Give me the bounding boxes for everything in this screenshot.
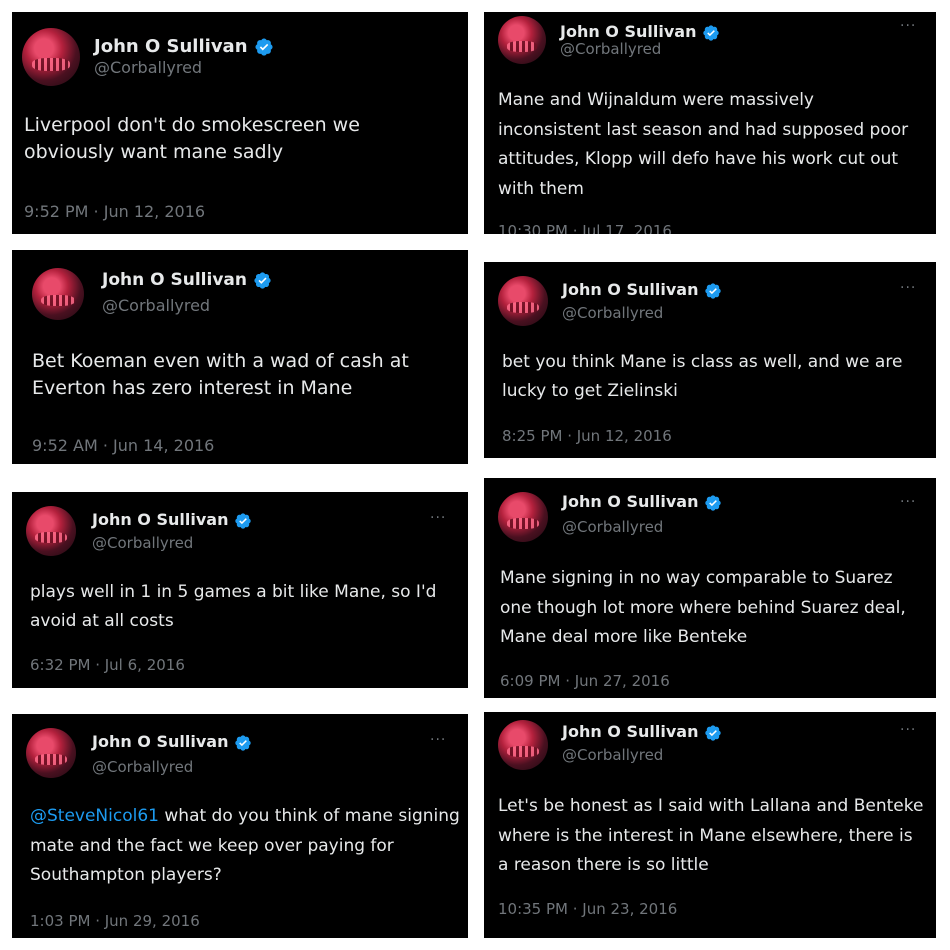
- verified-badge-icon: [705, 494, 722, 511]
- avatar[interactable]: [498, 276, 548, 326]
- author-handle[interactable]: @Corballyred: [92, 534, 193, 552]
- tweet-card[interactable]: John O Sullivan @Corballyred ··· Mane si…: [484, 478, 936, 698]
- tweet-timestamp[interactable]: 9:52 AM · Jun 14, 2016: [32, 436, 214, 455]
- author-name-text: John O Sullivan: [562, 280, 699, 299]
- more-options-icon[interactable]: ···: [900, 280, 916, 296]
- author-name-text: John O Sullivan: [562, 492, 699, 511]
- author-name[interactable]: John O Sullivan: [92, 510, 252, 530]
- tweet-card[interactable]: John O Sullivan @Corballyred ··· @SteveN…: [12, 714, 468, 938]
- author-name[interactable]: John O Sullivan: [562, 492, 722, 512]
- tweet-timestamp[interactable]: 6:09 PM · Jun 27, 2016: [500, 672, 670, 690]
- avatar[interactable]: [32, 268, 84, 320]
- tweet-timestamp[interactable]: 10:35 PM · Jun 23, 2016: [498, 900, 677, 918]
- tweet-card[interactable]: John O Sullivan @Corballyred ··· Mane an…: [484, 12, 936, 234]
- more-options-icon[interactable]: ···: [430, 732, 446, 748]
- tweet-timestamp[interactable]: 6:32 PM · Jul 6, 2016: [30, 656, 185, 674]
- author-name-text: John O Sullivan: [92, 732, 229, 751]
- tweet-card[interactable]: John O Sullivan @Corballyred ··· plays w…: [12, 492, 468, 688]
- verified-badge-icon: [703, 24, 720, 41]
- author-name-text: John O Sullivan: [94, 36, 248, 57]
- more-options-icon[interactable]: ···: [430, 510, 446, 526]
- author-handle[interactable]: @Corballyred: [562, 304, 663, 322]
- author-name[interactable]: John O Sullivan: [562, 722, 722, 742]
- verified-badge-icon: [254, 38, 273, 56]
- tweet-timestamp[interactable]: 1:03 PM · Jun 29, 2016: [30, 912, 200, 930]
- tweet-card[interactable]: John O Sullivan @Corballyred Liverpool d…: [12, 12, 468, 234]
- verified-badge-icon: [235, 734, 252, 751]
- author-name-text: John O Sullivan: [92, 510, 229, 529]
- author-name[interactable]: John O Sullivan: [102, 270, 272, 290]
- author-name-text: John O Sullivan: [560, 22, 697, 41]
- avatar[interactable]: [498, 720, 548, 770]
- avatar[interactable]: [26, 728, 76, 778]
- tweet-text: Mane and Wijnaldum were massively incons…: [498, 90, 909, 199]
- tweet-timestamp[interactable]: 8:25 PM · Jun 12, 2016: [502, 427, 672, 445]
- verified-badge-icon: [705, 282, 722, 299]
- author-handle[interactable]: @Corballyred: [94, 58, 202, 77]
- avatar[interactable]: [498, 16, 546, 64]
- tweet-text: Mane signing in no way comparable to Sua…: [500, 568, 906, 648]
- more-options-icon[interactable]: ···: [900, 722, 916, 738]
- tweet-text: Liverpool don't do smokescreen we obviou…: [24, 114, 360, 163]
- author-handle[interactable]: @Corballyred: [102, 296, 210, 315]
- tweet-text: @SteveNicol61 what do you think of mane …: [30, 802, 460, 891]
- verified-badge-icon: [705, 724, 722, 741]
- author-handle[interactable]: @Corballyred: [92, 758, 193, 776]
- author-handle[interactable]: @Corballyred: [562, 518, 663, 536]
- author-name-text: John O Sullivan: [562, 722, 699, 741]
- avatar[interactable]: [498, 492, 548, 542]
- author-name[interactable]: John O Sullivan: [94, 36, 274, 57]
- mention-link[interactable]: @SteveNicol61: [30, 806, 159, 826]
- tweet-text: plays well in 1 in 5 games a bit like Ma…: [30, 582, 437, 632]
- tweet-text: Bet Koeman even with a wad of cash at Ev…: [32, 350, 409, 399]
- more-options-icon[interactable]: ···: [900, 494, 916, 510]
- avatar[interactable]: [22, 28, 80, 86]
- verified-badge-icon: [235, 512, 252, 529]
- tweet-text: Let's be honest as I said with Lallana a…: [498, 796, 924, 876]
- tweet-text: bet you think Mane is class as well, and…: [502, 352, 903, 402]
- author-name[interactable]: John O Sullivan: [562, 280, 722, 300]
- author-name[interactable]: John O Sullivan: [560, 22, 720, 42]
- more-options-icon[interactable]: ···: [900, 18, 916, 34]
- tweet-card[interactable]: John O Sullivan @Corballyred ··· bet you…: [484, 262, 936, 458]
- verified-badge-icon: [254, 271, 271, 289]
- tweet-card[interactable]: John O Sullivan @Corballyred ··· Let's b…: [484, 712, 936, 938]
- author-name-text: John O Sullivan: [102, 270, 247, 290]
- tweet-card[interactable]: John O Sullivan @Corballyred Bet Koeman …: [12, 250, 468, 464]
- author-handle[interactable]: @Corballyred: [562, 746, 663, 764]
- author-handle[interactable]: @Corballyred: [560, 40, 661, 58]
- avatar[interactable]: [26, 506, 76, 556]
- author-name[interactable]: John O Sullivan: [92, 732, 252, 752]
- tweet-timestamp[interactable]: 10:30 PM · Jul 17, 2016: [498, 222, 672, 234]
- tweet-timestamp[interactable]: 9:52 PM · Jun 12, 2016: [24, 202, 205, 221]
